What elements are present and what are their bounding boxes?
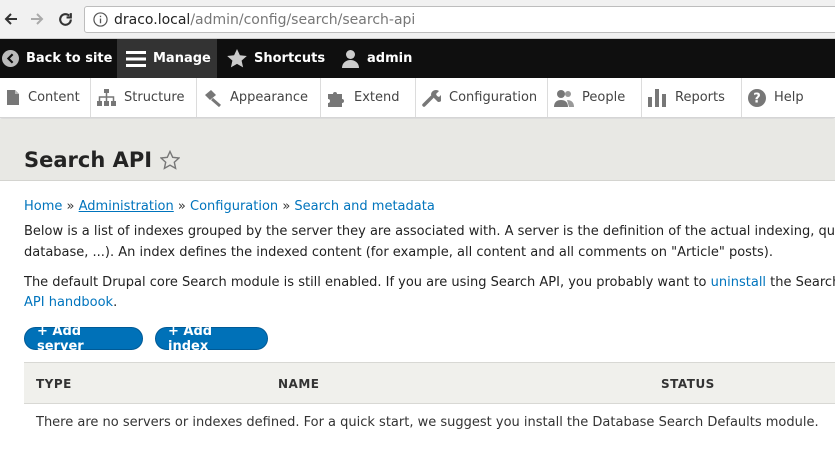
tray-label-content: Content bbox=[28, 90, 80, 105]
breadcrumb-administration[interactable]: Administration bbox=[79, 199, 174, 214]
breadcrumb-home[interactable]: Home bbox=[24, 199, 62, 214]
sitemap-icon bbox=[97, 89, 116, 106]
breadcrumb-configuration[interactable]: Configuration bbox=[190, 199, 278, 214]
tray-label-structure: Structure bbox=[124, 90, 185, 105]
reload-icon bbox=[58, 12, 72, 26]
table-header: TYPE NAME STATUS bbox=[24, 362, 835, 404]
paintbrush-icon bbox=[205, 89, 221, 107]
user-label: admin bbox=[367, 51, 413, 66]
notice-line-1: The default Drupal core Search module is… bbox=[24, 273, 835, 293]
puzzle-icon bbox=[328, 91, 344, 107]
shortcuts-tab[interactable]: Shortcuts bbox=[227, 39, 327, 78]
tray-label-people: People bbox=[582, 90, 626, 105]
tray-label-configuration: Configuration bbox=[449, 90, 538, 105]
tray-label-reports: Reports bbox=[675, 90, 725, 105]
back-circle-icon bbox=[2, 50, 19, 67]
column-name[interactable]: NAME bbox=[278, 377, 319, 391]
browser-bar: draco.local/admin/config/search/search-a… bbox=[0, 0, 835, 39]
notice-line-2: API handbook. bbox=[24, 293, 117, 313]
admin-toolbar: Back to site Manage Shortcuts admin bbox=[0, 39, 835, 78]
tray-item-help[interactable]: ? Help bbox=[742, 78, 835, 117]
user-icon bbox=[342, 50, 359, 68]
tray-item-reports[interactable]: Reports bbox=[642, 78, 742, 117]
uninstall-link[interactable]: uninstall bbox=[711, 275, 766, 290]
manage-tab[interactable]: Manage bbox=[117, 39, 217, 78]
back-to-site-label: Back to site bbox=[26, 51, 113, 66]
column-type[interactable]: TYPE bbox=[36, 377, 72, 391]
address-bar[interactable]: draco.local/admin/config/search/search-a… bbox=[84, 6, 835, 33]
info-icon bbox=[93, 12, 108, 27]
description-line-1: Below is a list of indexes grouped by th… bbox=[24, 224, 835, 239]
notice-period: . bbox=[113, 295, 118, 310]
page-header: Search API bbox=[0, 119, 835, 181]
page-title: Search API bbox=[24, 148, 153, 172]
add-index-button[interactable]: + Add index bbox=[155, 324, 268, 354]
svg-text:?: ? bbox=[753, 91, 761, 106]
wrench-icon bbox=[422, 89, 441, 107]
api-handbook-link[interactable]: API handbook bbox=[24, 295, 113, 310]
notice-text-pre: The default Drupal core Search module is… bbox=[24, 275, 711, 290]
page-title-wrap: Search API bbox=[24, 148, 181, 172]
manage-label: Manage bbox=[153, 51, 211, 66]
breadcrumb-separator: » bbox=[66, 199, 79, 214]
breadcrumb: Home » Administration » Configuration » … bbox=[24, 199, 435, 214]
tray-label-appearance: Appearance bbox=[230, 90, 309, 105]
tray-item-structure[interactable]: Structure bbox=[91, 78, 197, 117]
reload-button[interactable] bbox=[54, 8, 76, 30]
forward-button[interactable] bbox=[26, 8, 48, 30]
breadcrumb-separator: » bbox=[282, 199, 295, 214]
arrow-left-icon bbox=[4, 13, 17, 25]
tray-item-configuration[interactable]: Configuration bbox=[416, 78, 548, 117]
user-tab[interactable]: admin bbox=[341, 39, 421, 78]
url-path: /admin/config/search/search-api bbox=[190, 11, 416, 28]
page-icon bbox=[7, 90, 19, 105]
breadcrumb-separator: » bbox=[177, 199, 190, 214]
bar-chart-icon bbox=[648, 88, 666, 107]
arrow-right-icon bbox=[31, 13, 44, 25]
admin-tray: Content Structure Appearance Extend Conf… bbox=[0, 78, 835, 118]
table-empty-message: There are no servers or indexes defined.… bbox=[36, 415, 819, 430]
tray-item-content[interactable]: Content bbox=[0, 78, 91, 117]
tray-label-extend: Extend bbox=[354, 90, 400, 105]
breadcrumb-search-metadata[interactable]: Search and metadata bbox=[294, 199, 434, 214]
help-icon: ? bbox=[748, 88, 766, 107]
url-host: draco.local bbox=[114, 11, 191, 28]
add-server-button[interactable]: + Add server bbox=[24, 324, 143, 354]
tray-item-extend[interactable]: Extend bbox=[321, 78, 416, 117]
tray-label-help: Help bbox=[774, 90, 804, 105]
people-icon bbox=[554, 89, 574, 107]
shortcuts-label: Shortcuts bbox=[254, 51, 326, 66]
notice-text-post: the Search bbox=[766, 275, 835, 290]
description-line-2: database, ...). An index defines the ind… bbox=[24, 245, 774, 260]
tray-item-appearance[interactable]: Appearance bbox=[197, 78, 321, 117]
column-status[interactable]: STATUS bbox=[661, 377, 715, 391]
hamburger-icon bbox=[126, 50, 146, 67]
back-to-site-link[interactable]: Back to site bbox=[2, 39, 115, 78]
tray-item-people[interactable]: People bbox=[548, 78, 642, 117]
star-icon bbox=[227, 49, 247, 68]
star-outline-icon[interactable] bbox=[160, 150, 181, 170]
back-button[interactable] bbox=[0, 8, 22, 30]
